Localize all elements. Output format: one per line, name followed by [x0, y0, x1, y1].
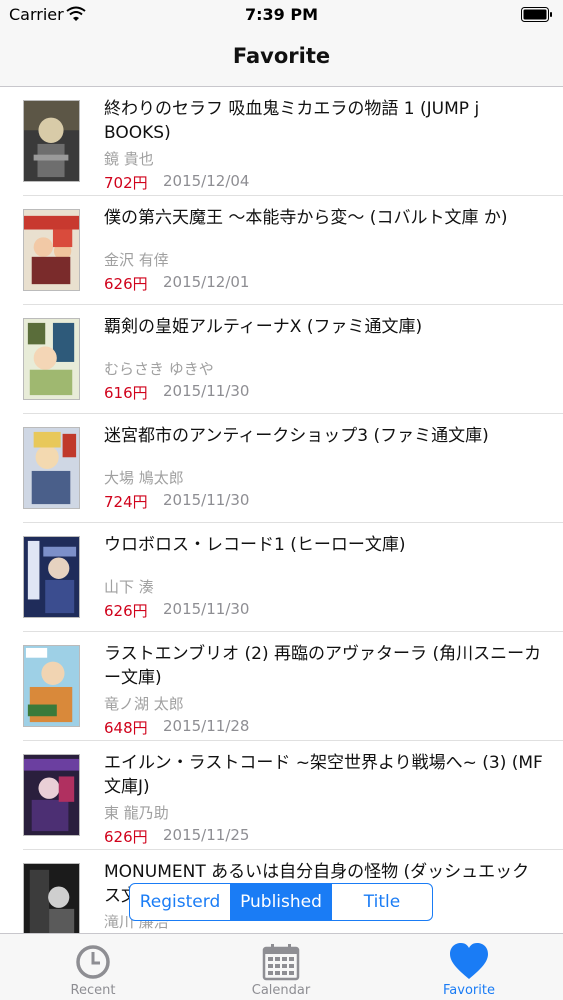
book-row[interactable]: ラストエンブリオ (2) 再臨のアヴァターラ (角川スニーカー文庫) 竜ノ湖 太…	[0, 632, 563, 741]
book-row[interactable]: 覇剣の皇姫アルティーナX (ファミ通文庫) むらさき ゆきや 616円 2015…	[0, 305, 563, 414]
book-cover	[23, 536, 80, 618]
book-release-date: 2015/11/25	[163, 826, 250, 844]
book-title: エイルン・ラストコード ~架空世界より戦場へ~ (3) (MF文庫J)	[104, 753, 543, 797]
sort-segmented-control[interactable]: Registerd Published Title	[129, 883, 433, 921]
tab-calendar-label: Calendar	[251, 983, 311, 998]
clock-icon	[76, 945, 110, 979]
calendar-icon	[262, 944, 300, 981]
book-list[interactable]: 終わりのセラフ 吸血鬼ミカエラの物語 1 (JUMP j BOOKS) 鏡 貴也…	[0, 87, 563, 933]
book-author: 東 龍乃助	[104, 804, 169, 822]
status-bar: Carrier 7:39 PM	[0, 0, 563, 30]
heart-icon	[450, 943, 488, 979]
clock-time: 7:39 PM	[244, 5, 318, 24]
book-row[interactable]: ウロボロス・レコード1 (ヒーロー文庫) 山下 湊 626円 2015/11/3…	[0, 523, 563, 632]
book-row[interactable]: 迷宮都市のアンティークショップ3 (ファミ通文庫) 大場 鳩太郎 724円 20…	[0, 414, 563, 523]
book-title: 僕の第六天魔王 〜本能寺から変〜 (コバルト文庫 か)	[104, 208, 508, 228]
book-price: 626円	[104, 828, 148, 846]
book-cover	[23, 645, 80, 727]
book-release-date: 2015/12/01	[163, 273, 250, 291]
book-row[interactable]: 僕の第六天魔王 〜本能寺から変〜 (コバルト文庫 か) 金沢 有倖 626円 2…	[0, 196, 563, 305]
sort-title-segment[interactable]: Title	[331, 884, 432, 920]
book-cover	[23, 754, 80, 836]
tab-favorite[interactable]: Favorite	[409, 934, 529, 1000]
book-cover	[23, 863, 80, 933]
book-release-date: 2015/11/30	[163, 600, 250, 618]
book-row[interactable]: 終わりのセラフ 吸血鬼ミカエラの物語 1 (JUMP j BOOKS) 鏡 貴也…	[0, 87, 563, 196]
book-price: 724円	[104, 493, 148, 511]
book-author: 金沢 有倖	[104, 251, 169, 269]
book-release-date: 2015/11/30	[163, 491, 250, 509]
book-title: ウロボロス・レコード1 (ヒーロー文庫)	[104, 535, 406, 555]
book-row[interactable]: エイルン・ラストコード ~架空世界より戦場へ~ (3) (MF文庫J) 東 龍乃…	[0, 741, 563, 850]
tab-bar: Recent Calendar Favorite	[0, 933, 563, 1000]
book-title: 終わりのセラフ 吸血鬼ミカエラの物語 1 (JUMP j BOOKS)	[104, 99, 480, 143]
sort-published-segment[interactable]: Published	[230, 884, 331, 920]
book-title: 覇剣の皇姫アルティーナX (ファミ通文庫)	[104, 317, 423, 337]
book-price: 626円	[104, 275, 148, 293]
book-price: 648円	[104, 719, 148, 737]
book-author: 竜ノ湖 太郎	[104, 695, 184, 713]
tab-favorite-label: Favorite	[443, 983, 495, 998]
tab-recent-label: Recent	[70, 983, 116, 998]
book-release-date: 2015/12/04	[163, 172, 250, 190]
book-price: 626円	[104, 602, 148, 620]
book-author: 大場 鳩太郎	[104, 469, 184, 487]
book-cover	[23, 427, 80, 509]
book-release-date: 2015/11/30	[163, 382, 250, 400]
page-title: Favorite	[232, 44, 331, 68]
book-price: 616円	[104, 384, 148, 402]
tab-recent[interactable]: Recent	[33, 934, 153, 1000]
book-release-date: 2015/11/28	[163, 717, 250, 735]
book-author: 山下 湊	[104, 578, 154, 596]
book-cover	[23, 318, 80, 400]
book-title: ラストエンブリオ (2) 再臨のアヴァターラ (角川スニーカー文庫)	[104, 644, 542, 688]
book-cover	[23, 209, 80, 291]
battery-icon	[521, 7, 552, 22]
book-title: 迷宮都市のアンティークショップ3 (ファミ通文庫)	[104, 426, 489, 446]
sort-registered-segment[interactable]: Registerd	[130, 884, 230, 920]
book-cover	[23, 100, 80, 182]
navigation-bar: Favorite	[0, 30, 563, 87]
tab-calendar[interactable]: Calendar	[221, 934, 341, 1000]
book-author: むらさき ゆきや	[104, 360, 214, 378]
book-author: 鏡 貴也	[104, 150, 154, 168]
book-price: 702円	[104, 174, 148, 192]
